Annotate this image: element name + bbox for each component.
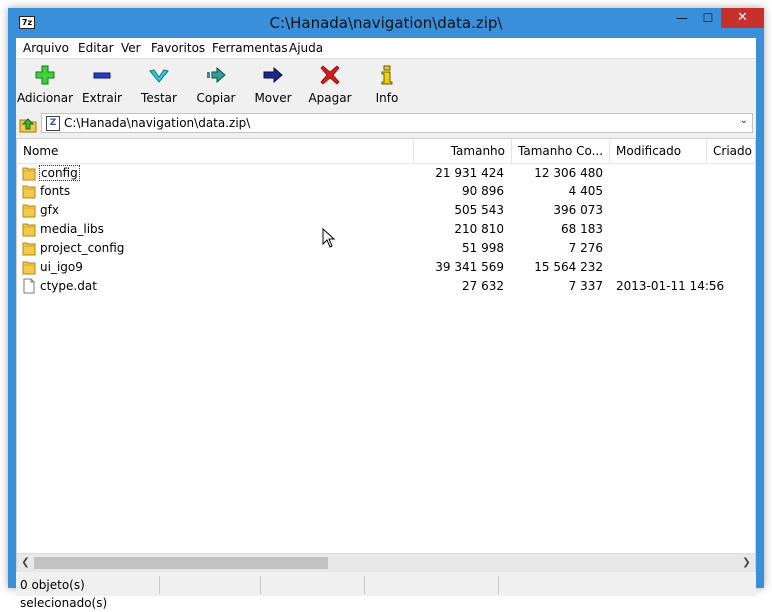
window-title: C:\Hanada\navigation\data.zip\ <box>269 14 503 32</box>
delete-x-icon <box>320 65 340 85</box>
file-size: 39 341 569 <box>435 260 504 274</box>
menu-editar[interactable]: Editar <box>78 41 114 55</box>
copy-label: Copiar <box>196 91 236 105</box>
file-size: 505 543 <box>454 203 504 217</box>
extract-button[interactable]: Extrair <box>73 61 131 109</box>
column-packed-size[interactable]: Tamanho Co... <box>512 139 610 163</box>
info-button[interactable]: Info <box>358 61 416 109</box>
app-icon[interactable]: 7z <box>19 16 35 29</box>
file-modified: 2013-01-11 14:56 <box>616 279 725 293</box>
info-label: Info <box>375 91 399 105</box>
chevron-down-icon[interactable]: ⌄ <box>740 115 748 126</box>
folder-up-icon[interactable] <box>19 115 37 133</box>
check-icon <box>149 69 169 83</box>
app-window: 7z C:\Hanada\navigation\data.zip\ — ☐ ✕ … <box>8 8 764 610</box>
table-row[interactable]: config 21 931 424 12 306 480 <box>17 164 755 182</box>
column-size[interactable]: Tamanho <box>414 139 512 163</box>
test-label: Testar <box>141 91 177 105</box>
client-area: Arquivo Editar Ver Favoritos Ferramentas… <box>16 38 756 610</box>
toolbar: Adicionar Extrair Testar Copiar Mover Ap… <box>16 59 756 111</box>
file-name: ctype.dat <box>40 279 97 293</box>
column-modified[interactable]: Modificado <box>610 139 707 163</box>
close-button[interactable]: ✕ <box>721 8 764 28</box>
table-row[interactable]: project_config 51 998 7 276 <box>17 239 755 257</box>
file-name: config <box>39 165 80 181</box>
copy-button[interactable]: Copiar <box>187 61 245 109</box>
folder-icon <box>22 223 36 237</box>
status-panel <box>160 576 261 594</box>
file-name: project_config <box>40 241 125 255</box>
column-created[interactable]: Criado <box>707 139 755 163</box>
add-label: Adicionar <box>16 91 74 105</box>
column-name[interactable]: Nome <box>17 139 414 163</box>
folder-icon <box>22 242 36 256</box>
file-icon <box>23 278 35 294</box>
file-size: 210 810 <box>454 222 504 236</box>
minimize-button[interactable]: — <box>669 8 695 28</box>
table-row[interactable]: media_libs 210 810 68 183 <box>17 220 755 238</box>
file-packed-size: 7 276 <box>568 241 603 255</box>
column-header: Nome Tamanho Tamanho Co... Modificado Cr… <box>17 139 755 164</box>
add-button[interactable]: Adicionar <box>16 61 74 109</box>
file-size: 90 896 <box>462 184 504 198</box>
address-input[interactable]: Z C:\Hanada\navigation\data.zip\ ⌄ <box>41 113 753 133</box>
menu-ver[interactable]: Ver <box>121 41 141 55</box>
file-name: ui_igo9 <box>40 260 83 274</box>
menu-ferramentas[interactable]: Ferramentas <box>212 41 288 55</box>
status-selection: 0 objeto(s) selecionado(s) <box>18 576 160 610</box>
folder-icon <box>22 261 36 275</box>
file-packed-size: 7 337 <box>568 279 603 293</box>
file-size: 21 931 424 <box>435 166 504 180</box>
info-icon <box>381 65 393 85</box>
table-row[interactable]: ctype.dat 27 632 7 337 2013-01-11 14:56 <box>17 277 755 295</box>
title-bar[interactable]: 7z C:\Hanada\navigation\data.zip\ — ☐ ✕ <box>8 8 764 38</box>
folder-icon <box>22 185 36 199</box>
file-packed-size: 4 405 <box>568 184 603 198</box>
file-list[interactable]: Nome Tamanho Tamanho Co... Modificado Cr… <box>16 138 756 572</box>
menu-bar: Arquivo Editar Ver Favoritos Ferramentas… <box>16 38 756 59</box>
maximize-button[interactable]: ☐ <box>695 8 721 28</box>
table-row[interactable]: fonts 90 896 4 405 <box>17 182 755 200</box>
scroll-thumb[interactable] <box>34 557 328 569</box>
file-packed-size: 396 073 <box>553 203 603 217</box>
status-panel <box>368 576 499 594</box>
file-packed-size: 12 306 480 <box>534 166 603 180</box>
move-label: Mover <box>254 91 292 105</box>
extract-label: Extrair <box>82 91 122 105</box>
delete-label: Apagar <box>308 91 352 105</box>
file-size: 27 632 <box>462 279 504 293</box>
delete-button[interactable]: Apagar <box>301 61 359 109</box>
mouse-cursor-icon <box>322 228 336 248</box>
table-row[interactable]: ui_igo9 39 341 569 15 564 232 <box>17 258 755 276</box>
file-name: media_libs <box>40 222 104 236</box>
folder-icon <box>22 204 36 218</box>
status-panel <box>264 576 365 594</box>
file-size: 51 998 <box>462 241 504 255</box>
minus-icon <box>93 72 111 79</box>
archive-icon: Z <box>46 116 60 131</box>
menu-favoritos[interactable]: Favoritos <box>151 41 205 55</box>
test-button[interactable]: Testar <box>130 61 188 109</box>
file-name: fonts <box>40 184 71 198</box>
folder-icon <box>22 167 36 181</box>
file-packed-size: 15 564 232 <box>534 260 603 274</box>
scroll-right-icon[interactable]: ❯ <box>738 554 755 572</box>
table-row[interactable]: gfx 505 543 396 073 <box>17 201 755 219</box>
file-packed-size: 68 183 <box>561 222 603 236</box>
address-path: C:\Hanada\navigation\data.zip\ <box>64 116 251 130</box>
menu-ajuda[interactable]: Ajuda <box>289 41 323 55</box>
status-bar: 0 objeto(s) selecionado(s) <box>16 574 756 610</box>
copy-arrow-icon <box>207 66 226 84</box>
scroll-left-icon[interactable]: ❮ <box>17 554 34 572</box>
address-bar: Z C:\Hanada\navigation\data.zip\ ⌄ <box>16 112 756 136</box>
file-name: gfx <box>40 203 59 217</box>
move-button[interactable]: Mover <box>244 61 302 109</box>
plus-icon <box>35 65 55 85</box>
menu-arquivo[interactable]: Arquivo <box>23 41 69 55</box>
horizontal-scrollbar[interactable]: ❮ ❯ <box>17 553 755 572</box>
move-arrow-icon <box>263 66 283 84</box>
